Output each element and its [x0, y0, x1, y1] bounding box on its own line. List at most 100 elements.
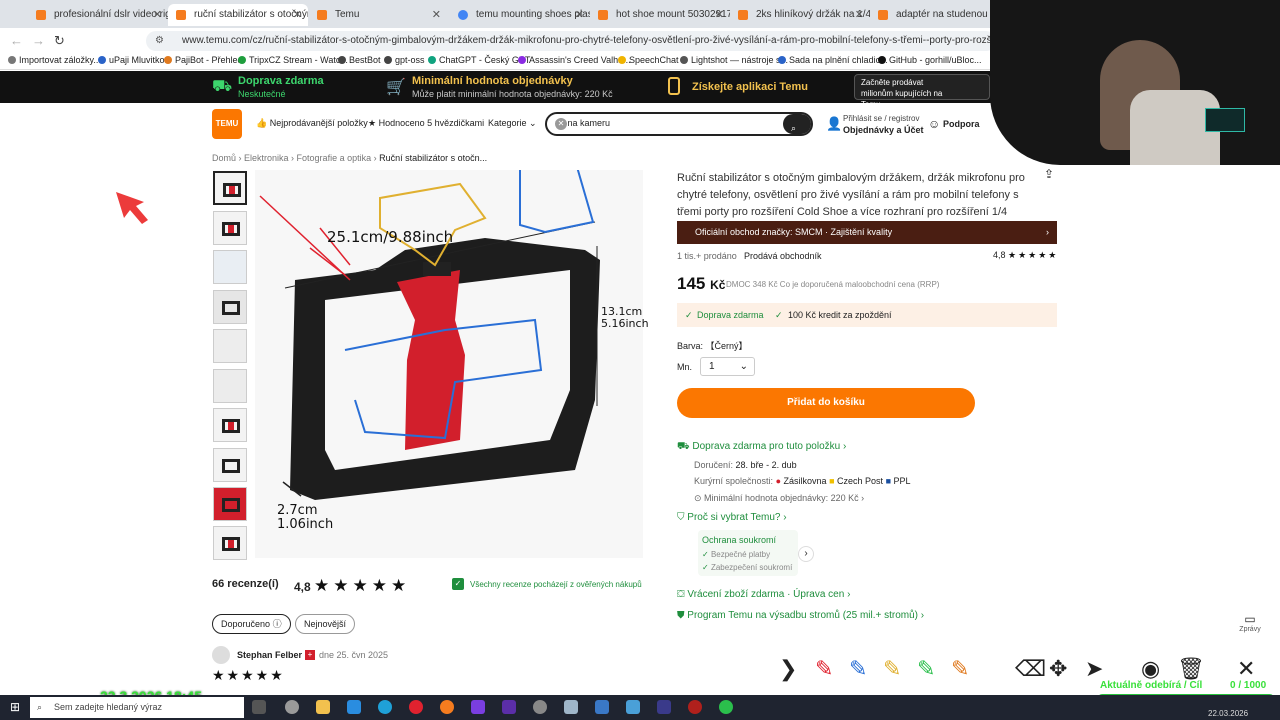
- pen-yellow-icon[interactable]: ✎: [883, 656, 901, 682]
- windows-start-icon[interactable]: ⊞: [10, 700, 20, 714]
- close-icon[interactable]: ✕: [715, 4, 724, 26]
- quantity-select[interactable]: 1 ⌄: [700, 357, 755, 376]
- close-icon[interactable]: ✕: [153, 4, 162, 26]
- bookmark-item[interactable]: uPaji Mluvitko: [98, 55, 165, 65]
- site-info-icon[interactable]: ⚙: [155, 35, 164, 46]
- app-icon[interactable]: [285, 700, 299, 714]
- app-icon[interactable]: [657, 700, 671, 714]
- privacy-card[interactable]: Ochrana soukromí ✓ Bezpečné platby ✓ Zab…: [698, 530, 798, 576]
- bookmark-item[interactable]: Sada na plnění chladic...: [778, 55, 888, 65]
- thumbnail[interactable]: [213, 487, 247, 521]
- promo-sell-card[interactable]: Začněte prodávat milionům kupujících na …: [854, 74, 990, 109]
- thumbnail[interactable]: [213, 250, 247, 284]
- bookmark-item[interactable]: PajiBot - Přehled: [164, 55, 243, 65]
- app-icon[interactable]: [719, 700, 733, 714]
- app-icon[interactable]: [688, 700, 702, 714]
- filter-recommended[interactable]: Doporučeno ⓘ: [212, 614, 291, 634]
- close-icon[interactable]: ✕: [575, 4, 584, 26]
- opera-icon[interactable]: [409, 700, 423, 714]
- thumbnail[interactable]: [213, 290, 247, 324]
- firefox-icon[interactable]: [440, 700, 454, 714]
- thumbnail[interactable]: [213, 211, 247, 245]
- thumbnail[interactable]: [213, 526, 247, 560]
- breadcrumb-item[interactable]: Elektronika: [244, 153, 289, 163]
- store-icon[interactable]: [347, 700, 361, 714]
- chat-widget[interactable]: ▭ Zprávy: [1230, 612, 1270, 642]
- tab-1[interactable]: ruční stabilizátor s otočným gimbal✕: [168, 4, 308, 26]
- eraser-icon[interactable]: ⌫: [1015, 656, 1046, 682]
- chevron-right-icon[interactable]: ›: [798, 546, 814, 562]
- app-icon[interactable]: [626, 700, 640, 714]
- official-store-badge[interactable]: Oficiální obchod značky: SMCM · Zajištěn…: [677, 221, 1057, 244]
- close-icon[interactable]: ✕: [432, 4, 441, 26]
- breadcrumb-item[interactable]: Domů: [212, 153, 236, 163]
- bookmark-item[interactable]: Lightshot — nástroje s...: [680, 55, 788, 65]
- tab-4[interactable]: hot shoe mount 503029174567✕: [590, 4, 730, 26]
- account-line1[interactable]: Přihlásit se / registrov: [843, 114, 919, 123]
- file-explorer-icon[interactable]: [316, 700, 330, 714]
- close-icon[interactable]: ✕: [1237, 656, 1255, 682]
- pointer-icon[interactable]: ➤: [1085, 656, 1103, 682]
- thumbnail[interactable]: [213, 329, 247, 363]
- why-temu-title[interactable]: ⛉ Proč si vybrat Temu? ›: [677, 512, 787, 523]
- highlighter-icon[interactable]: ✎: [951, 656, 969, 682]
- min-order-info[interactable]: ⊙ Minimální hodnota objednávky: 220 Kč ›: [694, 493, 864, 504]
- clear-icon[interactable]: ✕: [555, 118, 567, 130]
- pen-blue-icon[interactable]: ✎: [849, 656, 867, 682]
- eye-icon[interactable]: ◉: [1141, 656, 1160, 682]
- collapse-icon[interactable]: ❯: [779, 656, 797, 682]
- color-value[interactable]: 【Černý】: [706, 341, 748, 351]
- url-field[interactable]: www.temu.com/cz/ruční-stabilizátor-s-oto…: [146, 31, 996, 51]
- app-icon[interactable]: [564, 700, 578, 714]
- trash-icon[interactable]: 🗑: [1177, 656, 1205, 682]
- user-icon[interactable]: 👤: [826, 116, 842, 132]
- thumbnail[interactable]: [213, 369, 247, 403]
- tab-5[interactable]: 2ks hliníkový držák na 1/4 hot s✕: [730, 4, 870, 26]
- tab-3[interactable]: temu mounting shoes plastic g...✕: [450, 4, 590, 26]
- search-button[interactable]: ⌕: [783, 114, 811, 134]
- pen-green-icon[interactable]: ✎: [917, 656, 935, 682]
- taskbar-search-input[interactable]: ⌕ Sem zadejte hledaný výraz: [30, 697, 244, 718]
- bookmark-item[interactable]: SpeechChat: [618, 55, 679, 65]
- shipping-title[interactable]: ⛟ Doprava zdarma pro tuto položku ›: [677, 441, 846, 454]
- breadcrumb-item[interactable]: Fotografie a optika: [297, 153, 372, 163]
- tab-0[interactable]: profesionální dslr video rig cage✕: [28, 4, 168, 26]
- bookmark-item[interactable]: BestBot: [338, 55, 381, 65]
- task-view-icon[interactable]: [252, 700, 266, 714]
- bookmark-item[interactable]: Assassin's Creed Valha...: [518, 55, 631, 65]
- bookmark-item[interactable]: gpt-oss: [384, 55, 425, 65]
- close-icon[interactable]: ✕: [293, 4, 302, 26]
- returns-link[interactable]: ⛋ Vrácení zboží zdarma · Úprava cen ›: [677, 589, 850, 600]
- move-icon[interactable]: ✥: [1049, 656, 1067, 682]
- seller-link[interactable]: Prodává obchodník: [744, 251, 822, 261]
- temu-logo[interactable]: TEMU: [212, 109, 242, 139]
- bookmark-item[interactable]: ChatGPT - Český GPT: [428, 55, 530, 65]
- trees-link[interactable]: ⛊ Program Temu na výsadbu stromů (25 mil…: [677, 610, 924, 621]
- app-icon[interactable]: [502, 700, 516, 714]
- close-icon[interactable]: ✕: [855, 4, 864, 26]
- tab-2[interactable]: Temu ✕: [309, 4, 447, 26]
- app-icon[interactable]: [471, 700, 485, 714]
- bookmark-item[interactable]: GitHub - gorhill/uBloc...: [878, 55, 982, 65]
- nav-best-sellers[interactable]: 👍 Nejprodávanější položky: [256, 118, 368, 129]
- pen-red-icon[interactable]: ✎: [815, 656, 833, 682]
- thumbnail[interactable]: [213, 448, 247, 482]
- edge-icon[interactable]: [378, 700, 392, 714]
- add-to-cart-button[interactable]: Přidat do košíku: [677, 388, 975, 418]
- back-icon[interactable]: ←: [10, 33, 23, 48]
- promo-app-link[interactable]: Získejte aplikaci Temu: [692, 81, 808, 93]
- filter-newest[interactable]: Nejnovější: [295, 614, 356, 634]
- thumbnail[interactable]: [213, 171, 247, 205]
- bookmark-item[interactable]: Importovat záložky...: [8, 55, 101, 65]
- forward-icon[interactable]: →: [32, 33, 45, 48]
- tab-6[interactable]: adaptér na studenou botu z hlin: [870, 4, 998, 26]
- nav-five-star[interactable]: ★ Hodnoceno 5 hvězdičkami: [368, 118, 484, 129]
- nav-categories[interactable]: Kategorie ⌄: [488, 118, 537, 129]
- share-icon[interactable]: ⇪: [1044, 167, 1054, 181]
- app-icon[interactable]: [595, 700, 609, 714]
- reload-icon[interactable]: ↻: [54, 33, 65, 49]
- support-link[interactable]: Podpora: [943, 119, 980, 129]
- account-line2[interactable]: Objednávky a Účet: [843, 125, 924, 135]
- app-icon[interactable]: [533, 700, 547, 714]
- bookmark-item[interactable]: TripxCZ Stream - Watc...: [238, 55, 348, 65]
